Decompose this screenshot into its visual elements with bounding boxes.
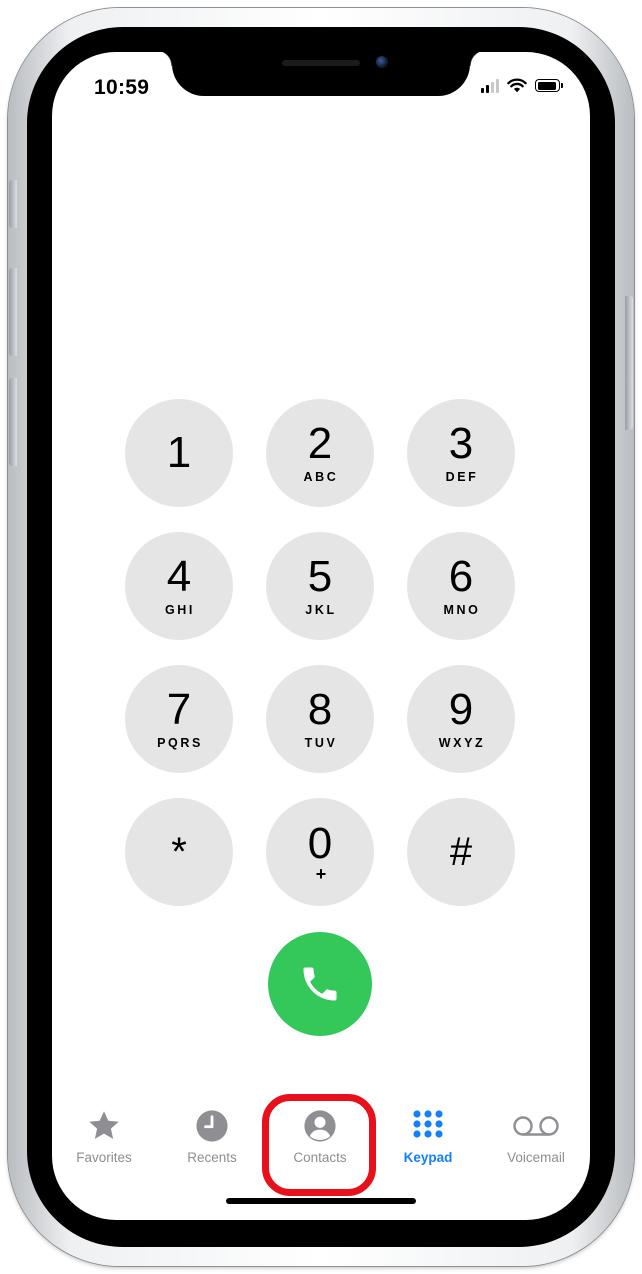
key-1[interactable]: 1 bbox=[125, 399, 233, 507]
key-6[interactable]: 6 MNO bbox=[407, 532, 515, 640]
key-digit: 7 bbox=[166, 685, 192, 734]
key-digit: 2 bbox=[307, 419, 333, 468]
key-4[interactable]: 4 GHI bbox=[125, 532, 233, 640]
phone-icon bbox=[303, 967, 337, 1001]
front-camera bbox=[376, 56, 388, 68]
key-digit: 3 bbox=[448, 419, 474, 468]
tab-label: Favorites bbox=[76, 1150, 132, 1165]
keypad-grid-icon bbox=[413, 1110, 443, 1138]
key-digit: 9 bbox=[448, 685, 474, 734]
status-icons bbox=[481, 78, 563, 93]
key-digit: 6 bbox=[448, 552, 474, 601]
side-button bbox=[625, 296, 633, 430]
key-letters: TUV bbox=[304, 736, 338, 750]
voicemail-icon bbox=[513, 1116, 559, 1136]
key-5[interactable]: 5 JKL bbox=[266, 532, 374, 640]
tab-label: Recents bbox=[187, 1150, 237, 1165]
key-digit: 1 bbox=[166, 428, 192, 477]
call-button[interactable] bbox=[268, 932, 372, 1036]
key-letters: DEF bbox=[445, 470, 479, 484]
battery-icon bbox=[535, 79, 563, 92]
contacts-highlight-annotation bbox=[262, 1094, 376, 1196]
wifi-icon bbox=[507, 78, 527, 93]
tab-label: Voicemail bbox=[507, 1150, 565, 1165]
key-letters: ABC bbox=[303, 470, 339, 484]
key-3[interactable]: 3 DEF bbox=[407, 399, 515, 507]
tab-voicemail[interactable]: Voicemail bbox=[486, 1107, 586, 1165]
key-digit: * bbox=[171, 830, 187, 874]
status-time: 10:59 bbox=[94, 76, 150, 99]
tab-label: Keypad bbox=[403, 1150, 453, 1165]
key-letters: GHI bbox=[164, 603, 196, 617]
key-9[interactable]: 9 WXYZ bbox=[407, 665, 515, 773]
key-digit: 0 bbox=[307, 819, 333, 868]
key-digit: 5 bbox=[307, 552, 333, 601]
notch bbox=[156, 52, 486, 96]
volume-down-button bbox=[9, 378, 17, 466]
key-2[interactable]: 2 ABC bbox=[266, 399, 374, 507]
key-letters: MNO bbox=[443, 603, 481, 617]
tab-favorites[interactable]: Favorites bbox=[54, 1107, 154, 1165]
key-star[interactable]: * bbox=[125, 798, 233, 906]
star-icon bbox=[89, 1111, 119, 1139]
key-digit: 4 bbox=[166, 552, 192, 601]
key-letters: JKL bbox=[305, 603, 337, 617]
silent-switch bbox=[9, 180, 17, 228]
key-letters: WXYZ bbox=[438, 736, 486, 750]
earpiece-speaker bbox=[282, 60, 360, 66]
key-letters: + bbox=[315, 864, 327, 884]
key-8[interactable]: 8 TUV bbox=[266, 665, 374, 773]
tab-recents[interactable]: Recents bbox=[162, 1107, 262, 1165]
key-pound[interactable]: # bbox=[407, 798, 515, 906]
volume-up-button bbox=[9, 268, 17, 356]
key-7[interactable]: 7 PQRS bbox=[125, 665, 233, 773]
key-digit: # bbox=[449, 830, 473, 874]
phone-screen: 10:59 1 2 ABC 3 DEF 4 GHI 5 JKL 6 MNO 7 PQRS 8 TUV 9 WXY… bbox=[52, 52, 590, 1220]
dial-keypad: 1 2 ABC 3 DEF 4 GHI 5 JKL 6 MNO 7 PQRS 8 TUV 9 WXYZ * 0 + # bbox=[125, 399, 515, 906]
key-digit: 8 bbox=[307, 685, 333, 734]
key-letters: PQRS bbox=[157, 736, 203, 750]
clock-icon bbox=[196, 1110, 228, 1142]
home-indicator[interactable] bbox=[226, 1198, 416, 1204]
tab-keypad[interactable]: Keypad bbox=[378, 1107, 478, 1165]
key-0[interactable]: 0 + bbox=[266, 798, 374, 906]
cellular-signal-icon bbox=[481, 78, 499, 93]
